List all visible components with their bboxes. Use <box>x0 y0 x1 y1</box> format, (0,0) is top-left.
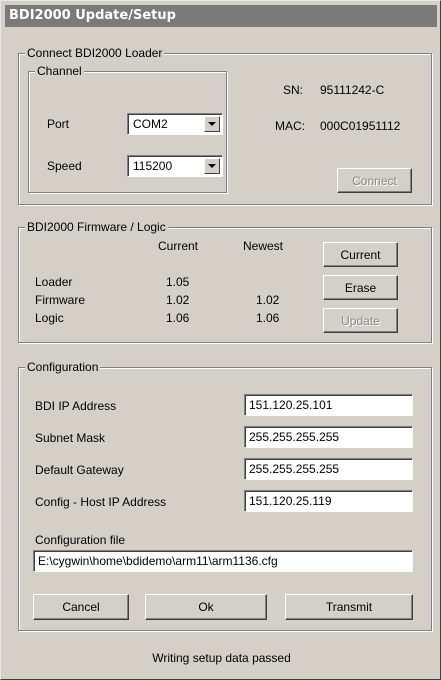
logic-newest: 1.06 <box>256 311 280 325</box>
update-button[interactable]: Update <box>323 308 398 333</box>
loader-current: 1.05 <box>166 275 190 289</box>
sn-value: 95111242-C <box>320 83 385 97</box>
port-label: Port <box>47 117 70 131</box>
firmware-label: Firmware <box>35 293 85 307</box>
firmware-current: 1.02 <box>166 293 190 307</box>
current-column-header: Current <box>158 239 199 253</box>
current-button[interactable]: Current <box>323 242 398 267</box>
channel-group-legend: Channel <box>35 63 84 79</box>
title-bar: BDI2000 Update/Setup <box>5 5 437 27</box>
firmware-newest: 1.02 <box>256 293 280 307</box>
host-ip-label: Config - Host IP Address <box>35 495 167 509</box>
bdi-ip-input[interactable] <box>244 394 413 416</box>
firmware-group-legend: BDI2000 Firmware / Logic <box>25 219 168 235</box>
mac-value: 000C01951112 <box>320 119 401 133</box>
transmit-button[interactable]: Transmit <box>285 594 413 620</box>
port-select[interactable]: COM2 <box>127 113 223 135</box>
default-gateway-input[interactable] <box>244 458 413 480</box>
loader-label: Loader <box>35 275 73 289</box>
speed-select-value: 115200 <box>133 159 173 173</box>
logic-label: Logic <box>35 311 64 325</box>
speed-label: Speed <box>47 159 82 173</box>
connect-group-legend: Connect BDI2000 Loader <box>25 45 165 61</box>
logic-current: 1.06 <box>166 311 190 325</box>
channel-group: Channel Port COM2 Speed 115200 <box>28 63 227 193</box>
chevron-down-icon[interactable] <box>204 116 220 132</box>
chevron-down-icon[interactable] <box>204 158 220 174</box>
configuration-group-legend: Configuration <box>25 359 101 375</box>
setup-dialog: BDI2000 Update/Setup Connect BDI2000 Loa… <box>0 0 441 680</box>
subnet-mask-input[interactable] <box>244 426 413 448</box>
bdi-ip-label: BDI IP Address <box>35 399 117 413</box>
firmware-group: BDI2000 Firmware / Logic Current Newest … <box>18 219 432 343</box>
connect-button[interactable]: Connect <box>337 168 412 193</box>
host-ip-input[interactable] <box>244 490 413 512</box>
port-select-value: COM2 <box>133 117 168 131</box>
config-file-input[interactable] <box>33 550 413 572</box>
config-file-label: Configuration file <box>35 533 126 547</box>
subnet-mask-label: Subnet Mask <box>35 431 106 445</box>
sn-label: SN: <box>283 83 304 97</box>
cancel-button[interactable]: Cancel <box>33 594 129 620</box>
connect-group: Connect BDI2000 Loader Channel Port COM2… <box>18 45 432 205</box>
erase-button[interactable]: Erase <box>323 275 398 300</box>
default-gateway-label: Default Gateway <box>35 463 124 477</box>
mac-label: MAC: <box>275 119 305 133</box>
newest-column-header: Newest <box>243 239 284 253</box>
speed-select[interactable]: 115200 <box>127 155 223 177</box>
configuration-group: Configuration BDI IP Address Subnet Mask… <box>18 359 432 631</box>
status-text: Writing setup data passed <box>152 651 291 665</box>
ok-button[interactable]: Ok <box>145 594 267 620</box>
